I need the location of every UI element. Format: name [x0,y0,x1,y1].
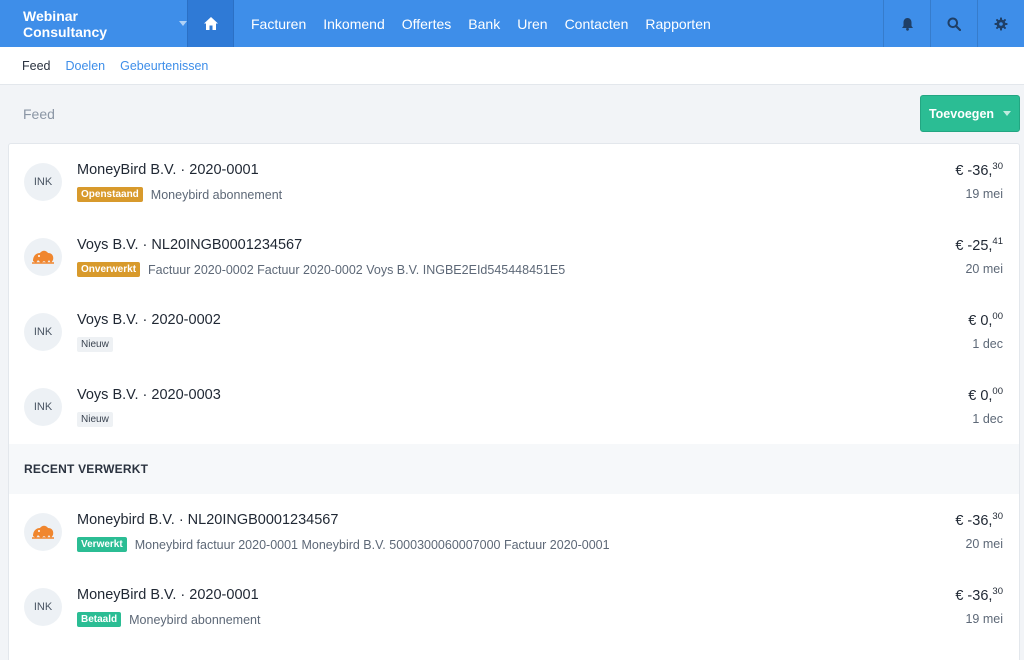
search-icon [947,17,961,31]
home-icon [203,17,218,30]
chevron-down-icon [1003,111,1012,116]
nav-offertes[interactable]: Offertes [402,16,452,32]
add-button-label: Toevoegen [928,106,995,121]
gear-icon [994,17,1008,30]
tab-doelen[interactable]: Doelen [66,59,106,73]
feed-item-date: 1 dec [972,412,1003,426]
search-button[interactable] [930,0,977,47]
notifications-button[interactable] [883,0,930,47]
tab-feed[interactable]: Feed [22,59,51,73]
amount-cents: 00 [992,311,1003,322]
status-badge: Verwerkt [77,537,127,552]
sub-navigation: Feed Doelen Gebeurtenissen [0,47,1024,85]
settings-button[interactable] [977,0,1024,47]
feed-item-title: MoneyBird B.V. · 2020-0001 [77,587,259,603]
feed-item[interactable]: INK MoneyBird B.V. · 2020-0001 Betaald M… [9,569,1019,644]
recent-processed-heading: RECENT VERWERKT [9,444,1019,494]
add-button[interactable]: Toevoegen [920,95,1020,132]
company-switcher[interactable]: Webinar Consultancy [0,0,187,47]
feed-item-subline: Nieuw [77,412,121,427]
company-name: Webinar Consultancy [23,7,108,40]
feed-item-title: MoneyBird B.V. · 2020-0001 [77,162,259,178]
status-badge: Nieuw [77,412,113,427]
status-badge: Betaald [77,612,122,627]
nav-uren[interactable]: Uren [517,16,547,32]
feed-item-date: 19 mei [965,612,1003,626]
nav-bank[interactable]: Bank [468,16,500,32]
feed-item-subline: Nieuw [77,337,121,352]
avatar: INK [24,388,62,426]
nav-inkomend[interactable]: Inkomend [323,16,384,32]
feed-item-description: Moneybird factuur 2020-0001 Moneybird B.… [134,537,610,552]
top-navigation-bar: Webinar Consultancy Facturen Inkomend Of… [0,0,1024,47]
nav-rapporten[interactable]: Rapporten [645,16,710,32]
feed-panel: INK MoneyBird B.V. · 2020-0001 Openstaan… [8,143,1020,660]
page-title: Feed [23,106,55,122]
amount-cents: 30 [992,511,1003,522]
avatar: INK [24,163,62,201]
topbar-actions [883,0,1024,47]
feed-item-description: Moneybird abonnement [150,187,283,202]
home-button[interactable] [187,0,234,47]
amount-main: € -25, [955,237,993,254]
feed-item[interactable]: INK Voys B.V. · 2020-0002 Nieuw € 0,00 1… [9,294,1019,369]
feed-item[interactable]: Moneybird B.V. · NL20INGB0001234567 Verw… [9,494,1019,569]
lion-logo [32,250,54,264]
feed-item[interactable]: INK Voys B.V. · 2020-0003 Nieuw € 0,00 1… [9,369,1019,444]
feed-item-amount: € -36,30 [955,161,1003,179]
feed-item-title: Voys B.V. · NL20INGB0001234567 [77,237,303,253]
main-nav: Facturen Inkomend Offertes Bank Uren Con… [234,0,728,47]
feed-item-description: Factuur 2020-0002 Factuur 2020-0002 Voys… [148,262,566,277]
feed-item-amount: € -25,41 [955,236,1003,254]
feed-item-description: Moneybird abonnement [129,612,261,627]
feed-item-title: Voys B.V. · 2020-0003 [77,387,221,403]
status-badge: Nieuw [77,337,113,352]
status-badge: Onverwerkt [77,262,141,277]
amount-main: € -36, [955,162,993,179]
feed-item[interactable]: Voys B.V. · NL20INGB0001234567 Onverwerk… [9,219,1019,294]
avatar: INK [24,588,62,626]
amount-main: € -36, [955,587,993,604]
amount-cents: 30 [992,586,1003,597]
feed-item[interactable]: INK MoneyBird B.V. · 2020-0001 Openstaan… [9,144,1019,219]
amount-cents: 30 [992,161,1003,172]
avatar: INK [24,313,62,351]
amount-cents: 41 [992,236,1003,247]
nav-contacten[interactable]: Contacten [565,16,629,32]
amount-main: € -36, [955,512,993,529]
tab-gebeurtenissen[interactable]: Gebeurtenissen [120,59,208,73]
feed-item-amount: € -36,30 [955,586,1003,604]
amount-main: € 0, [968,387,993,404]
feed-item-title: Voys B.V. · 2020-0002 [77,312,221,328]
lion-logo [32,525,54,539]
feed-item-date: 1 dec [972,337,1003,351]
amount-cents: 00 [992,386,1003,397]
bell-icon [901,17,913,31]
amount-main: € 0, [968,312,993,329]
nav-facturen[interactable]: Facturen [251,16,306,32]
feed-item-date: 20 mei [965,262,1003,276]
feed-item-subline: Onverwerkt Factuur 2020-0002 Factuur 202… [77,262,565,277]
status-badge: Openstaand [77,187,143,202]
feed-item-amount: € 0,00 [968,386,1003,404]
feed-item-date: 20 mei [965,537,1003,551]
feed-item-date: 19 mei [965,187,1003,201]
avatar [24,513,62,551]
feed-item-subline: Betaald Moneybird abonnement [77,612,260,627]
feed-item-subline: Openstaand Moneybird abonnement [77,187,282,202]
feed-item-amount: € -36,30 [955,511,1003,529]
avatar [24,238,62,276]
chevron-down-icon [179,21,187,26]
feed-item-subline: Verwerkt Moneybird factuur 2020-0001 Mon… [77,537,610,552]
feed-item-amount: € 0,00 [968,311,1003,329]
feed-item-title: Moneybird B.V. · NL20INGB0001234567 [77,512,339,528]
